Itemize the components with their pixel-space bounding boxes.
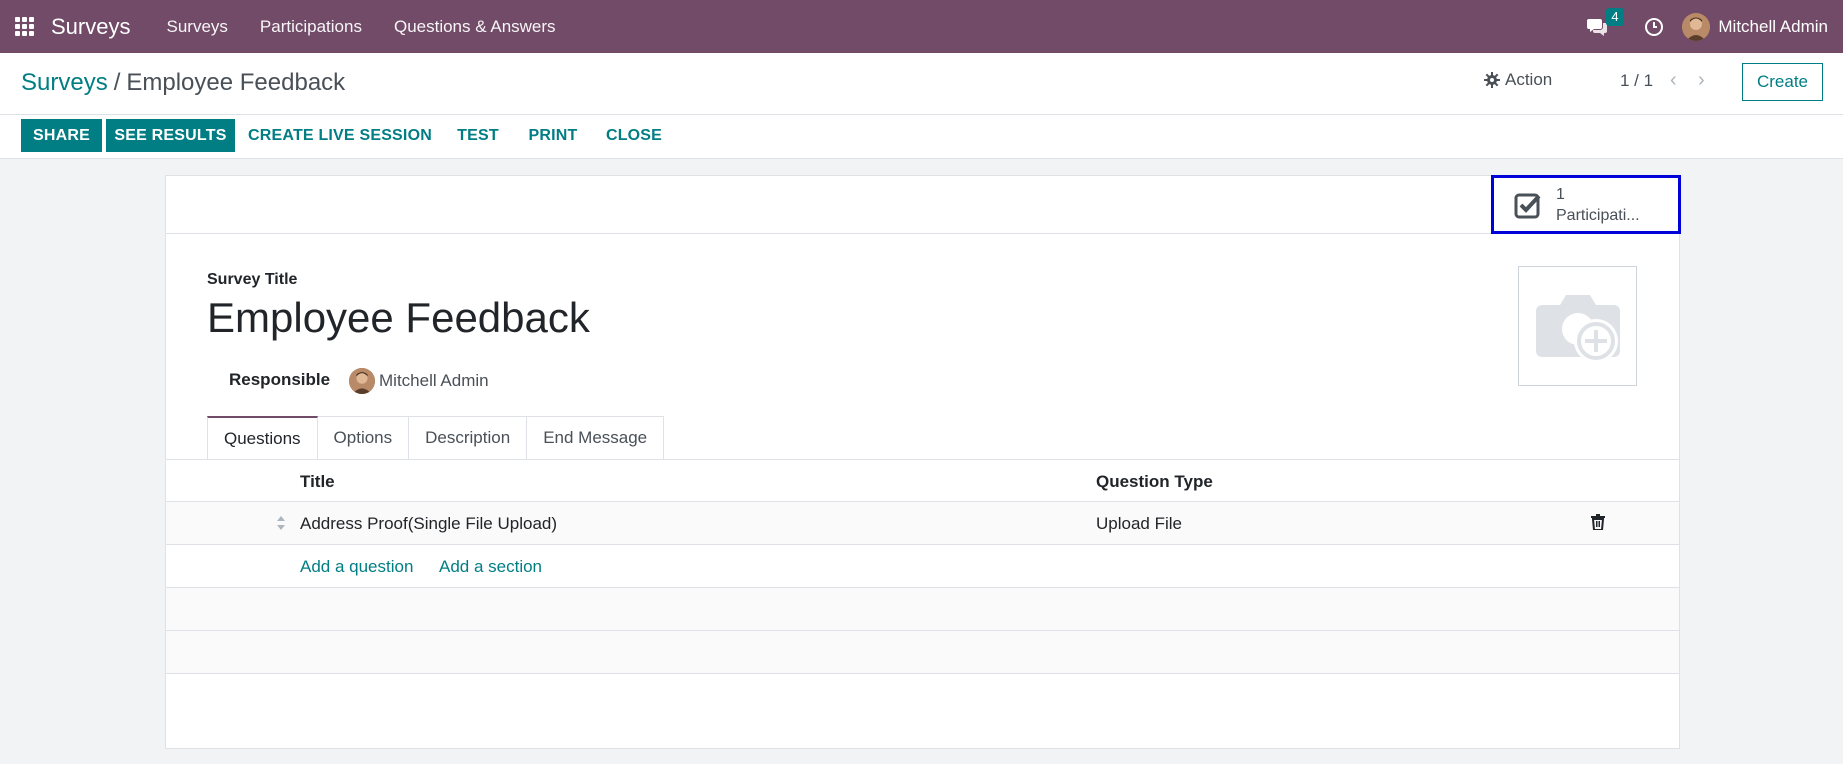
responsible-label: Responsible <box>229 370 331 389</box>
table-row[interactable]: Address Proof(Single File Upload) Upload… <box>166 502 1679 545</box>
questions-list: Title Question Type Address Proof(Single… <box>166 460 1679 674</box>
question-type-cell: Upload File <box>1096 514 1182 533</box>
print-button[interactable]: PRINT <box>521 119 585 152</box>
tab-end-message[interactable]: End Message <box>527 416 665 460</box>
control-panel: Surveys / Employee Feedback Action 1 / 1 ‹… <box>0 53 1843 115</box>
menu-surveys[interactable]: Surveys <box>166 17 227 37</box>
form-button-bar: SHARE SEE RESULTS CREATE LIVE SESSION TE… <box>0 115 1843 159</box>
see-results-button[interactable]: SEE RESULTS <box>106 119 235 152</box>
drag-handle-icon[interactable] <box>276 514 286 532</box>
column-header-title[interactable]: Title <box>300 472 335 492</box>
share-button[interactable]: SHARE <box>21 119 102 152</box>
action-label: Action <box>1505 70 1553 89</box>
empty-row <box>166 631 1679 674</box>
tab-description[interactable]: Description <box>409 416 528 460</box>
checkbox-checked-icon <box>1514 193 1541 218</box>
app-brand[interactable]: Surveys <box>51 14 130 40</box>
pager-value[interactable]: 1 / 1 <box>1620 71 1653 91</box>
participations-smart-button[interactable]: 1 Participati... <box>1491 175 1681 234</box>
activity-clock-icon[interactable] <box>1644 17 1664 37</box>
add-question-link[interactable]: Add a question <box>300 557 413 577</box>
breadcrumb-surveys-link[interactable]: Surveys <box>21 69 108 96</box>
menu-questions-answers[interactable]: Questions & Answers <box>394 17 556 37</box>
list-add-row: Add a question Add a section <box>166 545 1679 588</box>
column-header-question-type[interactable]: Question Type <box>1096 472 1213 492</box>
form-sheet: 1 Participati... Survey Title Employee F… <box>165 175 1681 749</box>
create-button[interactable]: Create <box>1742 63 1823 101</box>
gear-icon <box>1484 72 1500 88</box>
tab-questions[interactable]: Questions <box>207 416 318 460</box>
camera-add-icon <box>1535 295 1620 363</box>
menu-participations[interactable]: Participations <box>260 17 362 37</box>
tab-options[interactable]: Options <box>317 416 410 460</box>
question-title-cell: Address Proof(Single File Upload) <box>300 514 558 533</box>
list-header-row: Title Question Type <box>166 460 1679 502</box>
participations-label: Participati... <box>1556 206 1640 224</box>
participations-count: 1 <box>1556 185 1565 203</box>
survey-image-field[interactable] <box>1518 266 1637 386</box>
smart-button-box: 1 Participati... <box>166 175 1681 234</box>
action-menu-button[interactable]: Action <box>1484 70 1552 90</box>
responsible-avatar <box>349 368 375 394</box>
pager-next-icon[interactable]: › <box>1698 69 1705 92</box>
breadcrumb-separator: / <box>113 69 121 96</box>
add-section-link[interactable]: Add a section <box>439 557 542 577</box>
messaging-count-badge: 4 <box>1606 7 1624 26</box>
pager-previous-icon[interactable]: ‹ <box>1670 69 1677 92</box>
survey-title-field[interactable]: Employee Feedback <box>207 294 590 342</box>
breadcrumb: Surveys / Employee Feedback <box>21 69 345 97</box>
trash-icon[interactable] <box>1591 514 1605 530</box>
breadcrumb-current: Employee Feedback <box>126 69 346 96</box>
apps-menu-icon[interactable] <box>15 16 35 37</box>
empty-row <box>166 588 1679 631</box>
close-button[interactable]: CLOSE <box>601 119 667 152</box>
survey-title-label: Survey Title <box>207 271 298 288</box>
user-avatar[interactable] <box>1682 12 1711 41</box>
create-live-session-button[interactable]: CREATE LIVE SESSION <box>244 119 436 152</box>
responsible-field[interactable]: Mitchell Admin <box>379 371 489 391</box>
user-name[interactable]: Mitchell Admin <box>1718 17 1828 37</box>
form-tabs: Questions Options Description End Messag… <box>207 416 665 460</box>
messaging-icon[interactable]: 4 <box>1586 7 1624 37</box>
test-button[interactable]: TEST <box>451 119 505 152</box>
top-navbar: Surveys Surveys Participations Questions… <box>0 0 1843 53</box>
